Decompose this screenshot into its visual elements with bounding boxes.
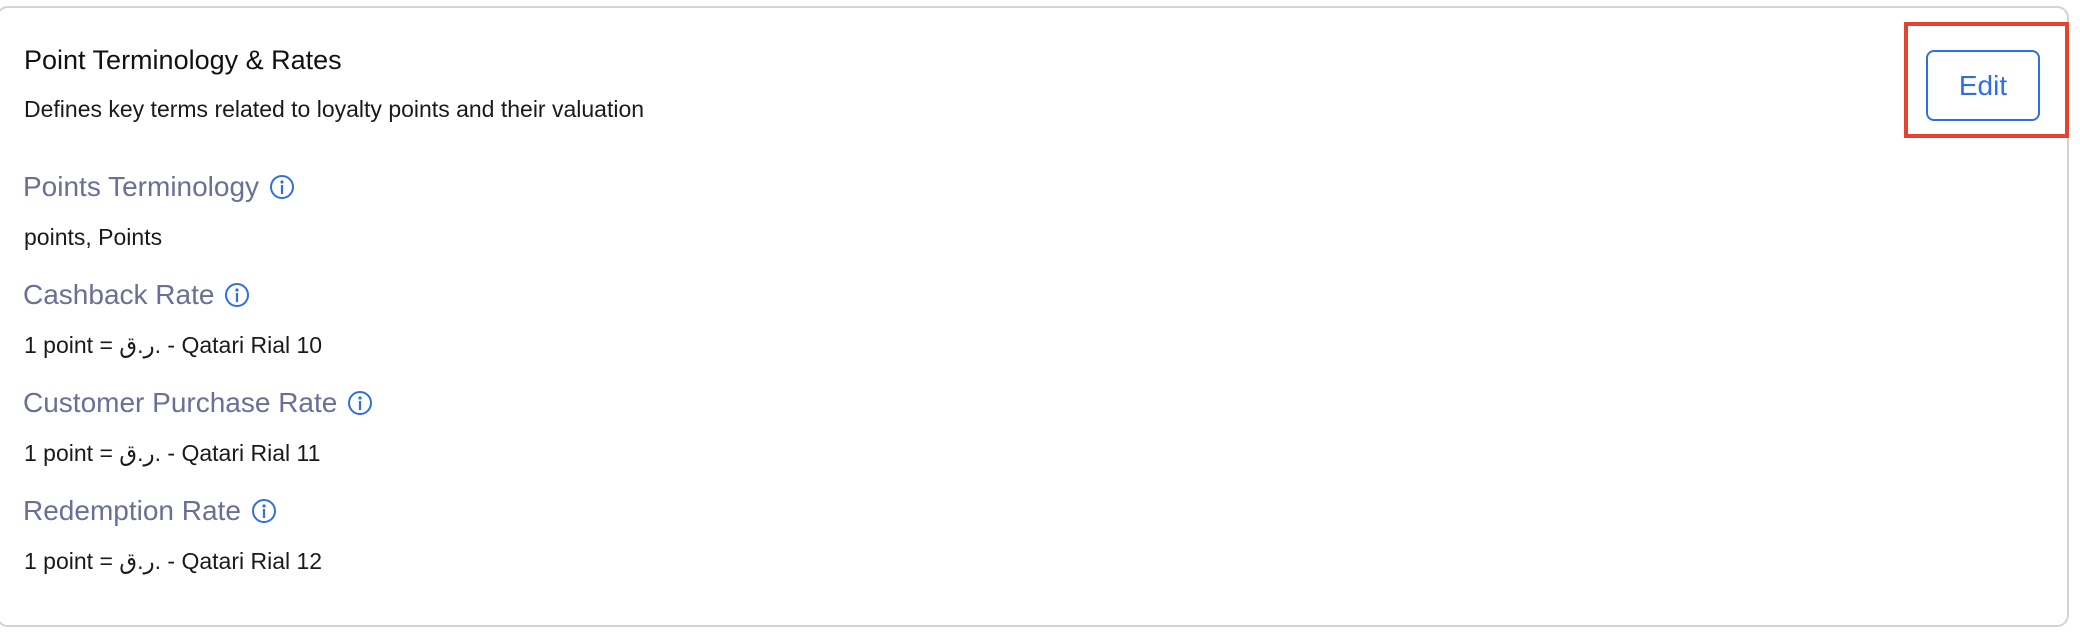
edit-button[interactable]: Edit — [1926, 50, 2040, 121]
field-value-cashback-rate: 1 point = ر.ق. - Qatari Rial 10 — [24, 332, 323, 358]
info-icon[interactable] — [224, 282, 250, 308]
field-label-text: Redemption Rate — [23, 495, 241, 526]
field-value-redemption-rate: 1 point = ر.ق. - Qatari Rial 12 — [24, 548, 323, 574]
field-label-points-terminology: Points Terminology — [23, 173, 295, 201]
field-label-customer-purchase-rate: Customer Purchase Rate — [23, 389, 373, 417]
field-label-text: Cashback Rate — [23, 279, 215, 310]
info-icon[interactable] — [269, 174, 295, 200]
field-label-text: Points Terminology — [23, 171, 260, 202]
section-title: Point Terminology & Rates — [24, 45, 342, 75]
field-label-text: Customer Purchase Rate — [23, 387, 338, 418]
field-label-cashback-rate: Cashback Rate — [23, 281, 250, 309]
section-subtitle: Defines key terms related to loyalty poi… — [24, 96, 645, 122]
field-value-points-terminology: points, Points — [24, 224, 163, 250]
field-label-redemption-rate: Redemption Rate — [23, 497, 277, 525]
info-icon[interactable] — [347, 390, 373, 416]
field-value-customer-purchase-rate: 1 point = ر.ق. - Qatari Rial 11 — [24, 440, 321, 466]
info-icon[interactable] — [251, 498, 277, 524]
